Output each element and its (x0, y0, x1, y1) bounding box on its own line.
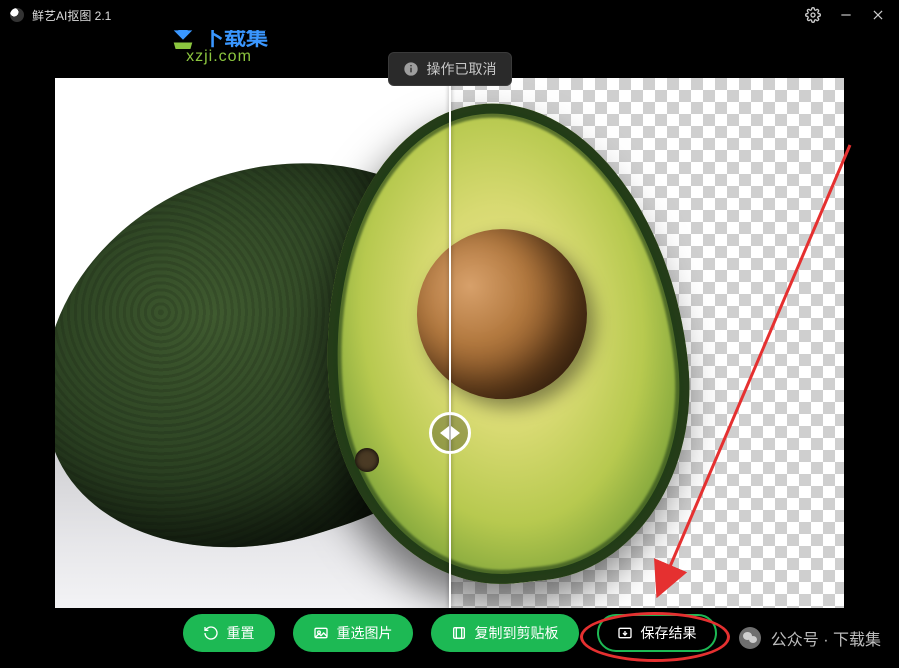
reselect-label: 重选图片 (337, 623, 393, 643)
footer-watermark: 公众号 · 下载集 (739, 626, 881, 650)
image-save-icon (617, 625, 633, 641)
clipboard-icon (451, 625, 467, 641)
app-title: 鲜艺AI抠图 2.1 (32, 7, 111, 24)
window-controls (791, 0, 899, 30)
info-icon (403, 61, 419, 77)
image-swap-icon (313, 625, 329, 641)
compare-divider[interactable] (449, 78, 451, 608)
wechat-icon (739, 627, 761, 649)
footer-watermark-text: 公众号 · 下载集 (771, 626, 881, 650)
reset-button[interactable]: 重置 (183, 614, 275, 652)
toast-text: 操作已取消 (427, 59, 497, 79)
save-label: 保存结果 (641, 623, 697, 643)
gear-icon[interactable] (805, 7, 821, 23)
refresh-icon (203, 625, 219, 641)
compare-canvas[interactable] (55, 78, 844, 608)
compare-slider-icon[interactable] (429, 412, 471, 454)
copy-label: 复制到剪贴板 (475, 623, 559, 643)
reselect-image-button[interactable]: 重选图片 (293, 614, 413, 652)
reset-label: 重置 (227, 623, 255, 643)
minimize-icon[interactable] (839, 8, 853, 22)
title-bar: 鲜艺AI抠图 2.1 (0, 0, 899, 30)
close-icon[interactable] (871, 8, 885, 22)
app-icon (10, 8, 24, 22)
save-result-button[interactable]: 保存结果 (597, 614, 717, 652)
toast-cancelled: 操作已取消 (388, 52, 512, 86)
copy-clipboard-button[interactable]: 复制到剪贴板 (431, 614, 579, 652)
